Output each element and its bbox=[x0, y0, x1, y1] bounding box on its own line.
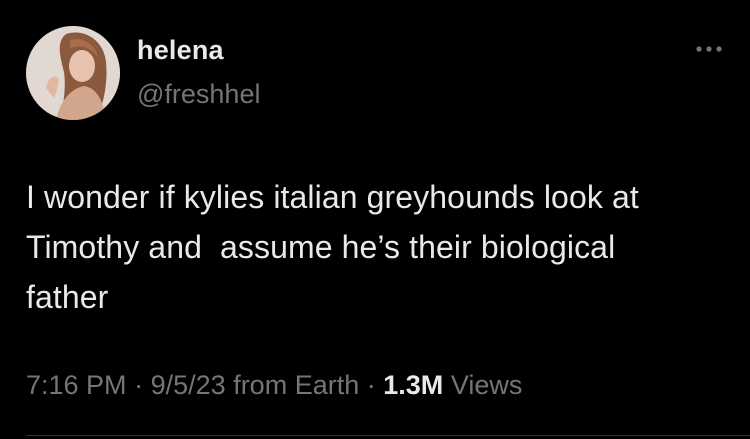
tweet-time[interactable]: 7:16 PM bbox=[26, 370, 127, 400]
tweet-text: I wonder if kylies italian greyhounds lo… bbox=[26, 179, 639, 315]
views-count[interactable]: 1.3M bbox=[383, 370, 443, 400]
avatar[interactable] bbox=[26, 26, 120, 120]
profile-photo bbox=[26, 26, 120, 120]
user-names: helena @freshhel bbox=[137, 33, 260, 111]
more-horizontal-icon bbox=[696, 46, 722, 52]
display-name[interactable]: helena bbox=[137, 33, 260, 67]
views-label[interactable]: Views bbox=[451, 370, 523, 400]
more-options-button[interactable] bbox=[694, 42, 724, 56]
tweet-meta: 7:16 PM · 9/5/23 from Earth · 1.3M Views bbox=[26, 368, 522, 402]
tweet-source: from Earth bbox=[233, 370, 360, 400]
user-handle[interactable]: @freshhel bbox=[137, 77, 260, 111]
divider bbox=[26, 435, 750, 436]
meta-separator: · bbox=[134, 370, 144, 400]
tweet-card: helena @freshhel I wonder if kylies ital… bbox=[0, 0, 750, 439]
tweet-date[interactable]: 9/5/23 bbox=[151, 370, 226, 400]
meta-separator: · bbox=[366, 370, 376, 400]
